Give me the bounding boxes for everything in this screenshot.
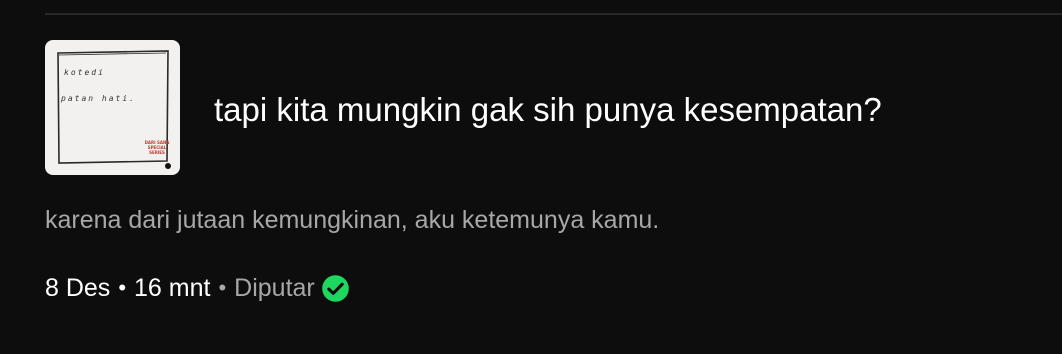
episode-title[interactable]: tapi kita mungkin gak sih punya kesempat… — [214, 88, 882, 132]
cover-handwritten-line-2: patan hati. — [61, 94, 136, 103]
cover-brand-logo — [165, 163, 171, 169]
episode-duration: 16 mnt — [134, 273, 211, 302]
cover-stamp-text: DARI SANA SPECIAL SERIES — [144, 140, 170, 155]
episode-description: karena dari jutaan kemungkinan, aku kete… — [45, 206, 660, 234]
episode-meta: 8 Des • 16 mnt • Diputar — [45, 270, 350, 306]
episode-row[interactable]: kotedi patan hati. DARI SANA SPECIAL SER… — [0, 0, 1062, 354]
episode-date: 8 Des — [45, 273, 111, 302]
meta-separator: • — [218, 275, 227, 300]
meta-separator: • — [118, 275, 127, 300]
played-status: Diputar — [234, 273, 315, 302]
spotify-logo-icon — [165, 163, 171, 169]
episode-cover-art[interactable]: kotedi patan hati. DARI SANA SPECIAL SER… — [45, 40, 180, 175]
check-circle-icon — [321, 274, 349, 302]
cover-handwritten-line-1: kotedi — [64, 68, 105, 77]
